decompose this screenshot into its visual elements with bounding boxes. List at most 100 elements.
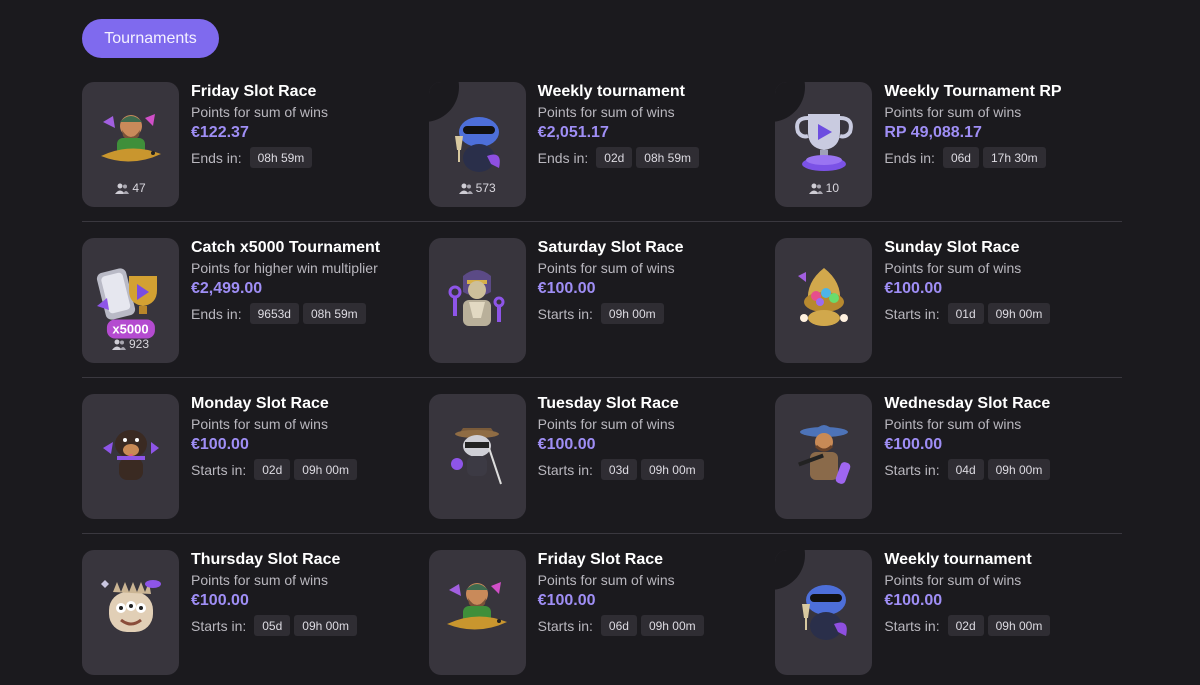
- tournament-card[interactable]: 573 Weekly tournament Points for sum of wi…: [428, 82, 776, 207]
- timer-chip: 02d: [254, 459, 291, 480]
- tournament-card[interactable]: 10 Weekly Tournament RP Points for sum of …: [775, 82, 1122, 207]
- tournament-thumbnail[interactable]: [428, 394, 526, 519]
- tournament-card[interactable]: 47 Friday Slot Race Points for sum of wins…: [82, 82, 429, 207]
- tournament-thumbnail[interactable]: [82, 550, 179, 675]
- tournament-thumbnail[interactable]: x5000 923: [82, 238, 179, 363]
- tournament-subtitle: Points for sum of wins: [884, 416, 1022, 432]
- tournament-subtitle: Points for higher win multiplier: [191, 260, 378, 276]
- tournament-row: Thursday Slot Race Points for sum of wins…: [82, 550, 1122, 675]
- tournament-info: Friday Slot Race Points for sum of wins €1…: [191, 82, 328, 207]
- multiplier-badge: x5000: [106, 319, 155, 339]
- tournament-timer: Ends in: 08h 59m: [191, 147, 328, 168]
- tournament-prize: €2,499.00: [191, 280, 263, 297]
- tournament-subtitle: Points for sum of wins: [884, 260, 1022, 276]
- timer-chip: 17h 30m: [982, 147, 1046, 168]
- tournament-info: Weekly tournament Points for sum of wins €…: [884, 550, 1054, 675]
- tournament-thumbnail[interactable]: [428, 238, 526, 363]
- tournament-subtitle: Points for sum of wins: [191, 572, 328, 588]
- users-icon: [115, 183, 130, 194]
- timer-label: Ends in:: [884, 149, 935, 166]
- tournament-card[interactable]: Monday Slot Race Points for sum of wins €1…: [82, 394, 429, 519]
- tournament-title[interactable]: Thursday Slot Race: [191, 551, 361, 569]
- tournament-card[interactable]: Thursday Slot Race Points for sum of wins…: [82, 550, 429, 675]
- tournament-title[interactable]: Weekly tournament: [538, 83, 703, 101]
- tournament-timer: Starts in: 04d 09h 00m: [884, 459, 1054, 480]
- tournament-row: Monday Slot Race Points for sum of wins €1…: [82, 394, 1122, 519]
- tournament-subtitle: Points for sum of wins: [537, 104, 675, 120]
- tournament-card[interactable]: Weekly tournament Points for sum of wins €…: [775, 550, 1122, 675]
- tournament-title[interactable]: Friday Slot Race: [191, 83, 328, 101]
- tab-tournaments[interactable]: Tournaments: [82, 19, 219, 58]
- tournament-title[interactable]: Weekly tournament: [884, 551, 1054, 569]
- tournament-thumbnail[interactable]: 47: [82, 82, 179, 207]
- timer-chip: 9653d: [249, 303, 299, 324]
- cowboy-icon: [788, 418, 860, 490]
- tournament-subtitle: Points for sum of wins: [537, 572, 675, 588]
- tournament-card[interactable]: Saturday Slot Race Points for sum of wins…: [428, 238, 776, 363]
- tournament-prize: €100.00: [884, 592, 943, 609]
- tournament-timer: Starts in: 06d 09h 00m: [538, 615, 708, 636]
- players-count-value: 923: [128, 337, 150, 351]
- tournament-thumbnail[interactable]: [775, 394, 873, 519]
- players-count: 10: [775, 181, 872, 195]
- timer-chip: 06d: [942, 147, 979, 168]
- tournament-info: Catch x5000 Tournament Points for higher …: [191, 238, 380, 363]
- tournament-thumbnail[interactable]: [82, 394, 179, 519]
- tournament-info: Monday Slot Race Points for sum of wins €1…: [191, 394, 361, 519]
- tournament-card[interactable]: Wednesday Slot Race Points for sum of win…: [775, 394, 1122, 519]
- timer-chip: 04d: [947, 459, 984, 480]
- tournament-title[interactable]: Monday Slot Race: [191, 395, 361, 413]
- timer-chip: 01d: [947, 303, 984, 324]
- tournament-subtitle: Points for sum of wins: [884, 104, 1022, 120]
- timer-chip: 09h 00m: [294, 615, 357, 636]
- tournament-prize: €100.00: [191, 436, 249, 453]
- tournament-title[interactable]: Tuesday Slot Race: [538, 395, 708, 413]
- tournament-prize: €100.00: [191, 592, 249, 609]
- tournament-timer: Ends in: 02d 08h 59m: [538, 147, 703, 168]
- timer-label: Starts in:: [884, 461, 940, 478]
- timer-label: Ends in:: [191, 149, 242, 166]
- tournament-thumbnail[interactable]: [775, 238, 873, 363]
- tournament-title[interactable]: Sunday Slot Race: [884, 239, 1054, 257]
- tournament-title[interactable]: Weekly Tournament RP: [884, 83, 1061, 101]
- tournament-thumbnail[interactable]: [775, 550, 873, 675]
- users-icon: [111, 339, 126, 350]
- tournament-prize: €100.00: [884, 436, 943, 453]
- players-count-value: 47: [132, 181, 146, 195]
- timer-label: Starts in:: [537, 617, 593, 634]
- users-icon: [808, 183, 823, 194]
- timer-chip: 08h 59m: [636, 147, 699, 168]
- tournament-prize: €100.00: [537, 280, 596, 297]
- tournament-timer: Ends in: 9653d 08h 59m: [191, 303, 380, 324]
- tournament-title[interactable]: Friday Slot Race: [538, 551, 708, 569]
- tournament-subtitle: Points for sum of wins: [537, 260, 675, 276]
- egg-icon: [788, 262, 860, 334]
- tournament-title[interactable]: Wednesday Slot Race: [884, 395, 1054, 413]
- timer-chip: 09h 00m: [987, 615, 1051, 636]
- tournament-thumbnail[interactable]: 10: [775, 82, 873, 207]
- monster-icon: [95, 574, 167, 646]
- players-count: 47: [82, 181, 179, 195]
- timer-chip: 09h 00m: [640, 615, 704, 636]
- tournament-thumbnail[interactable]: [428, 550, 526, 675]
- tournament-row: x5000 923 Catch x5000 Tournament Points for…: [82, 238, 1122, 363]
- tournament-card[interactable]: Friday Slot Race Points for sum of wins €1…: [428, 550, 776, 675]
- tournament-timer: Starts in: 02d 09h 00m: [884, 615, 1054, 636]
- tournament-title[interactable]: Saturday Slot Race: [538, 239, 684, 257]
- tournament-info: Thursday Slot Race Points for sum of wins…: [191, 550, 361, 675]
- players-count-value: 10: [825, 181, 840, 195]
- frog-icon: [441, 106, 513, 178]
- tournament-card[interactable]: x5000 923 Catch x5000 Tournament Points for…: [82, 238, 429, 363]
- tournament-title[interactable]: Catch x5000 Tournament: [191, 239, 380, 257]
- tournament-timer: Starts in: 03d 09h 00m: [538, 459, 708, 480]
- players-count-value: 573: [475, 181, 496, 195]
- timer-chip: 06d: [600, 615, 637, 636]
- tournament-card[interactable]: Sunday Slot Race Points for sum of wins €1…: [775, 238, 1122, 363]
- timer-label: Starts in:: [537, 305, 593, 322]
- tournament-info: Weekly tournament Points for sum of wins €…: [538, 82, 703, 207]
- tournament-timer: Ends in: 06d 17h 30m: [884, 147, 1061, 168]
- tournament-card[interactable]: Tuesday Slot Race Points for sum of wins €…: [428, 394, 776, 519]
- tournament-thumbnail[interactable]: 573: [428, 82, 526, 207]
- timer-chip: 08h 59m: [249, 147, 313, 168]
- frog-icon: [788, 574, 860, 646]
